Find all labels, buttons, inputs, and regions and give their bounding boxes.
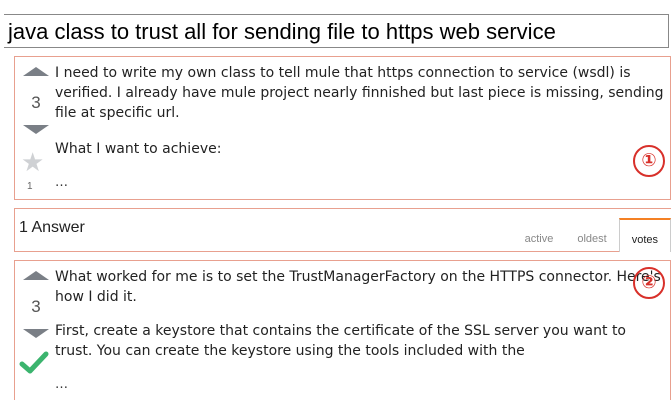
- question-paragraph: I need to write my own class to tell mul…: [55, 65, 664, 121]
- answers-header: 1 Answer active oldest votes: [14, 208, 671, 252]
- callout-marker-2: ②: [633, 267, 665, 299]
- accepted-check-icon: [19, 351, 49, 374]
- question-truncated-ellipsis: …: [55, 175, 68, 190]
- upvote-arrow-icon[interactable]: [23, 271, 49, 280]
- answer-paragraph: What worked for me is to set the TrustMa…: [55, 269, 661, 305]
- tab-oldest[interactable]: oldest: [565, 217, 618, 251]
- tab-active[interactable]: active: [513, 217, 566, 251]
- favorite-star-icon[interactable]: ★: [21, 149, 44, 175]
- favorite-count: 1: [27, 181, 33, 192]
- answer-vote-cell: 3: [21, 267, 51, 347]
- question-paragraph: What I want to achieve:: [55, 141, 222, 157]
- answer-score: 3: [31, 297, 41, 316]
- tab-votes[interactable]: votes: [618, 218, 671, 252]
- question-body: I need to write my own class to tell mul…: [55, 63, 666, 169]
- callout-marker-1: ①: [633, 145, 665, 177]
- answer-sort-tabs: active oldest votes: [513, 217, 671, 252]
- answer-paragraph: First, create a keystore that contains t…: [55, 323, 626, 359]
- answer-panel: 3 What worked for me is to set the Trust…: [14, 260, 671, 400]
- answer-truncated-ellipsis: …: [55, 377, 68, 392]
- question-vote-cell: 3: [21, 63, 51, 143]
- question-score: 3: [31, 93, 41, 112]
- question-title[interactable]: java class to trust all for sending file…: [4, 14, 669, 48]
- downvote-arrow-icon[interactable]: [23, 329, 49, 338]
- answers-count: 1 Answer: [19, 219, 85, 236]
- upvote-arrow-icon[interactable]: [23, 67, 49, 76]
- question-panel: 3 ★ 1 I need to write my own class to te…: [14, 56, 671, 200]
- answer-body: What worked for me is to set the TrustMa…: [55, 267, 666, 371]
- downvote-arrow-icon[interactable]: [23, 125, 49, 134]
- question-title-text[interactable]: java class to trust all for sending file…: [8, 19, 556, 44]
